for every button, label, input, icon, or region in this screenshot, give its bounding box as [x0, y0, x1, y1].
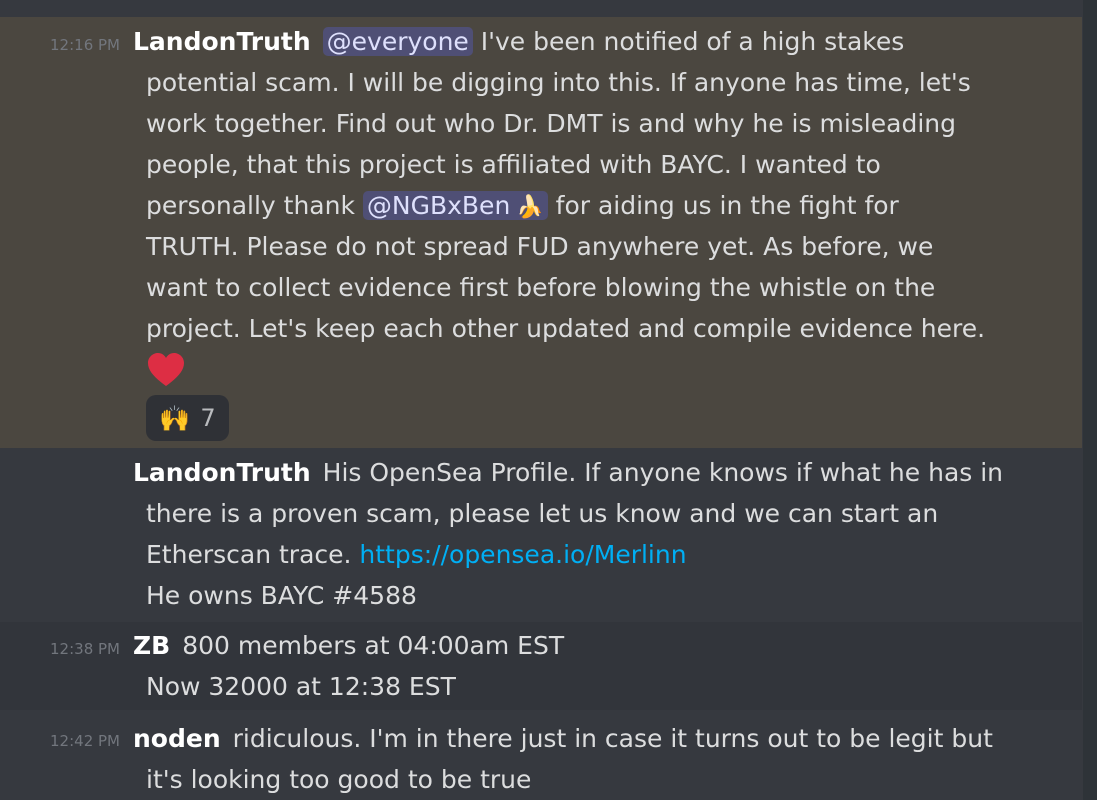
raising-hands-icon: 🙌 — [159, 403, 191, 433]
message-text: personally thank — [146, 191, 363, 220]
message-text: I've been notified of a high stakes — [472, 27, 905, 56]
heart-icon — [148, 353, 184, 386]
message-line: there is a proven scam, please let us kn… — [146, 499, 939, 528]
message-line: TRUTH. Please do not spread FUD anywhere… — [146, 232, 934, 261]
message-line: people, that this project is affiliated … — [146, 150, 881, 179]
message-line: personally thank @NGBxBen 🍌 for aiding us… — [146, 185, 899, 228]
author-name[interactable]: LandonTruth — [133, 27, 311, 56]
timestamp: 12:38 PM — [50, 640, 120, 658]
message-line: He owns BAYC #4588 — [146, 581, 417, 610]
message-line: LandonTruth His OpenSea Profile. If anyon… — [133, 452, 1003, 493]
message-line: potential scam. I will be digging into t… — [146, 68, 971, 97]
message-line: it's looking too good to be true — [146, 765, 532, 794]
message-line: LandonTruth @everyone I've been notified … — [133, 21, 904, 62]
message-text: His OpenSea Profile. If anyone knows if … — [322, 458, 1004, 487]
message-noden[interactable]: 12:42 PM noden ridiculous. I'm in there j… — [0, 714, 1082, 800]
opensea-profile-link[interactable]: https://opensea.io/Merlinn — [359, 540, 686, 569]
message-text: for aiding us in the fight for — [547, 191, 899, 220]
message-line: want to collect evidence first before bl… — [146, 273, 936, 302]
reaction-raising-hands[interactable]: 🙌 7 — [146, 395, 229, 441]
author-name[interactable]: noden — [133, 724, 221, 753]
message-landontruth-2[interactable]: LandonTruth His OpenSea Profile. If anyon… — [0, 448, 1082, 620]
banana-emoji-icon: 🍌 — [516, 195, 544, 220]
reaction-count: 7 — [200, 404, 216, 432]
message-line: Etherscan trace. https://opensea.io/Merl… — [146, 534, 687, 575]
author-name[interactable]: ZB — [133, 631, 170, 660]
message-landontruth-1[interactable]: 12:16 PM LandonTruth @everyone I've been … — [0, 17, 1082, 448]
author-name[interactable]: LandonTruth — [133, 458, 311, 487]
chat-messages: 12:16 PM LandonTruth @everyone I've been … — [0, 0, 1097, 800]
timestamp: 12:16 PM — [50, 36, 120, 54]
timestamp: 12:42 PM — [50, 732, 120, 750]
message-line: project. Let's keep each other updated a… — [146, 314, 986, 343]
message-text: 800 members at 04:00am EST — [182, 631, 565, 660]
mention-everyone[interactable]: @everyone — [322, 27, 473, 56]
message-line: work together. Find out who Dr. DMT is a… — [146, 109, 956, 138]
message-text: ridiculous. I'm in there just in case it… — [232, 724, 993, 753]
message-text: Etherscan trace. — [146, 540, 360, 569]
message-line: ZB 800 members at 04:00am EST — [133, 625, 564, 666]
message-line: noden ridiculous. I'm in there just in ca… — [133, 718, 993, 759]
message-line: Now 32000 at 12:38 EST — [146, 672, 456, 701]
message-zb[interactable]: 12:38 PM ZB 800 members at 04:00am EST No… — [0, 622, 1082, 710]
mention-user-ngbxben[interactable]: @NGBxBen 🍌 — [362, 191, 548, 220]
scrollbar-track[interactable] — [1083, 0, 1097, 800]
